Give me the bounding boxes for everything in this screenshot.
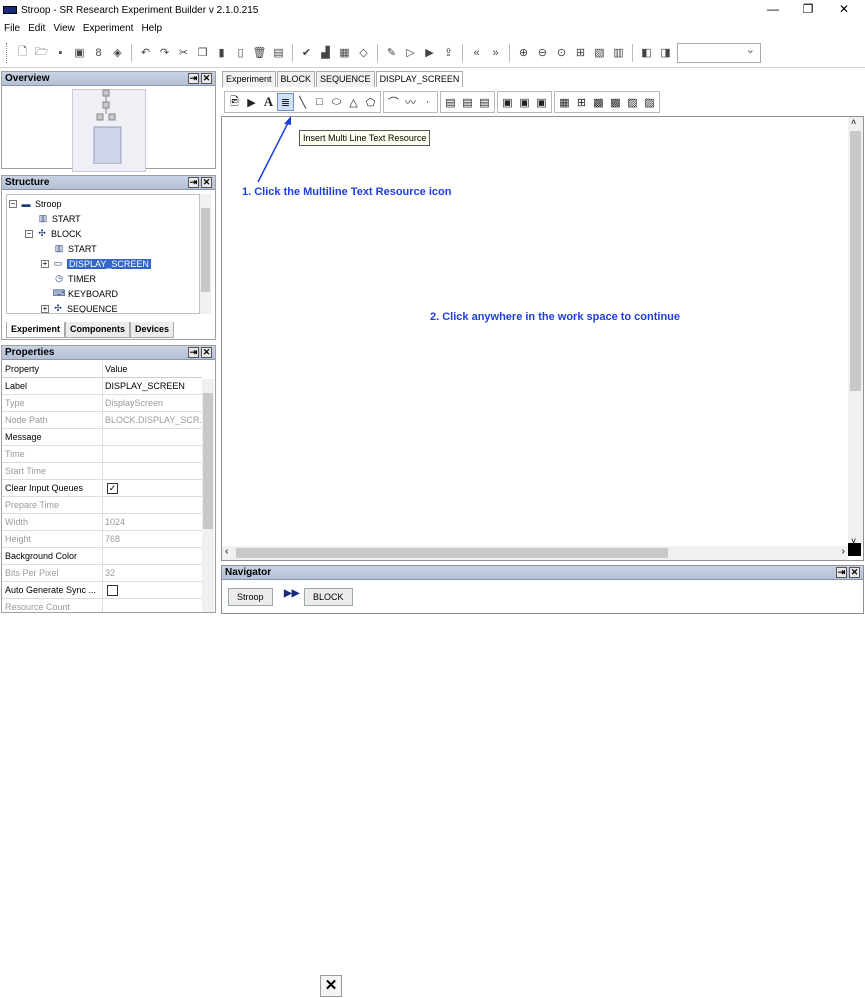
breadcrumb-block[interactable]: BLOCK <box>304 588 353 606</box>
instruction-step-2: 2. Click anywhere in the work space to c… <box>430 311 681 323</box>
close-button[interactable]: ✕ <box>320 975 342 997</box>
instruction-step-1: 1. Click the Multiline Text Resource ico… <box>242 186 452 198</box>
breadcrumb-stroop[interactable]: Stroop <box>228 588 273 606</box>
navigator-panel: Navigator ⇥ ✕ Stroop ▶▶ BLOCK <box>221 565 864 614</box>
dock-icon[interactable]: ⇥ <box>836 567 847 578</box>
breadcrumb-separator-icon: ▶▶ <box>284 588 300 599</box>
navigator-header: Navigator ⇥ ✕ <box>222 566 863 580</box>
navigator-title: Navigator <box>225 567 272 578</box>
close-icon[interactable]: ✕ <box>849 567 860 578</box>
annotation-arrow <box>257 116 291 183</box>
